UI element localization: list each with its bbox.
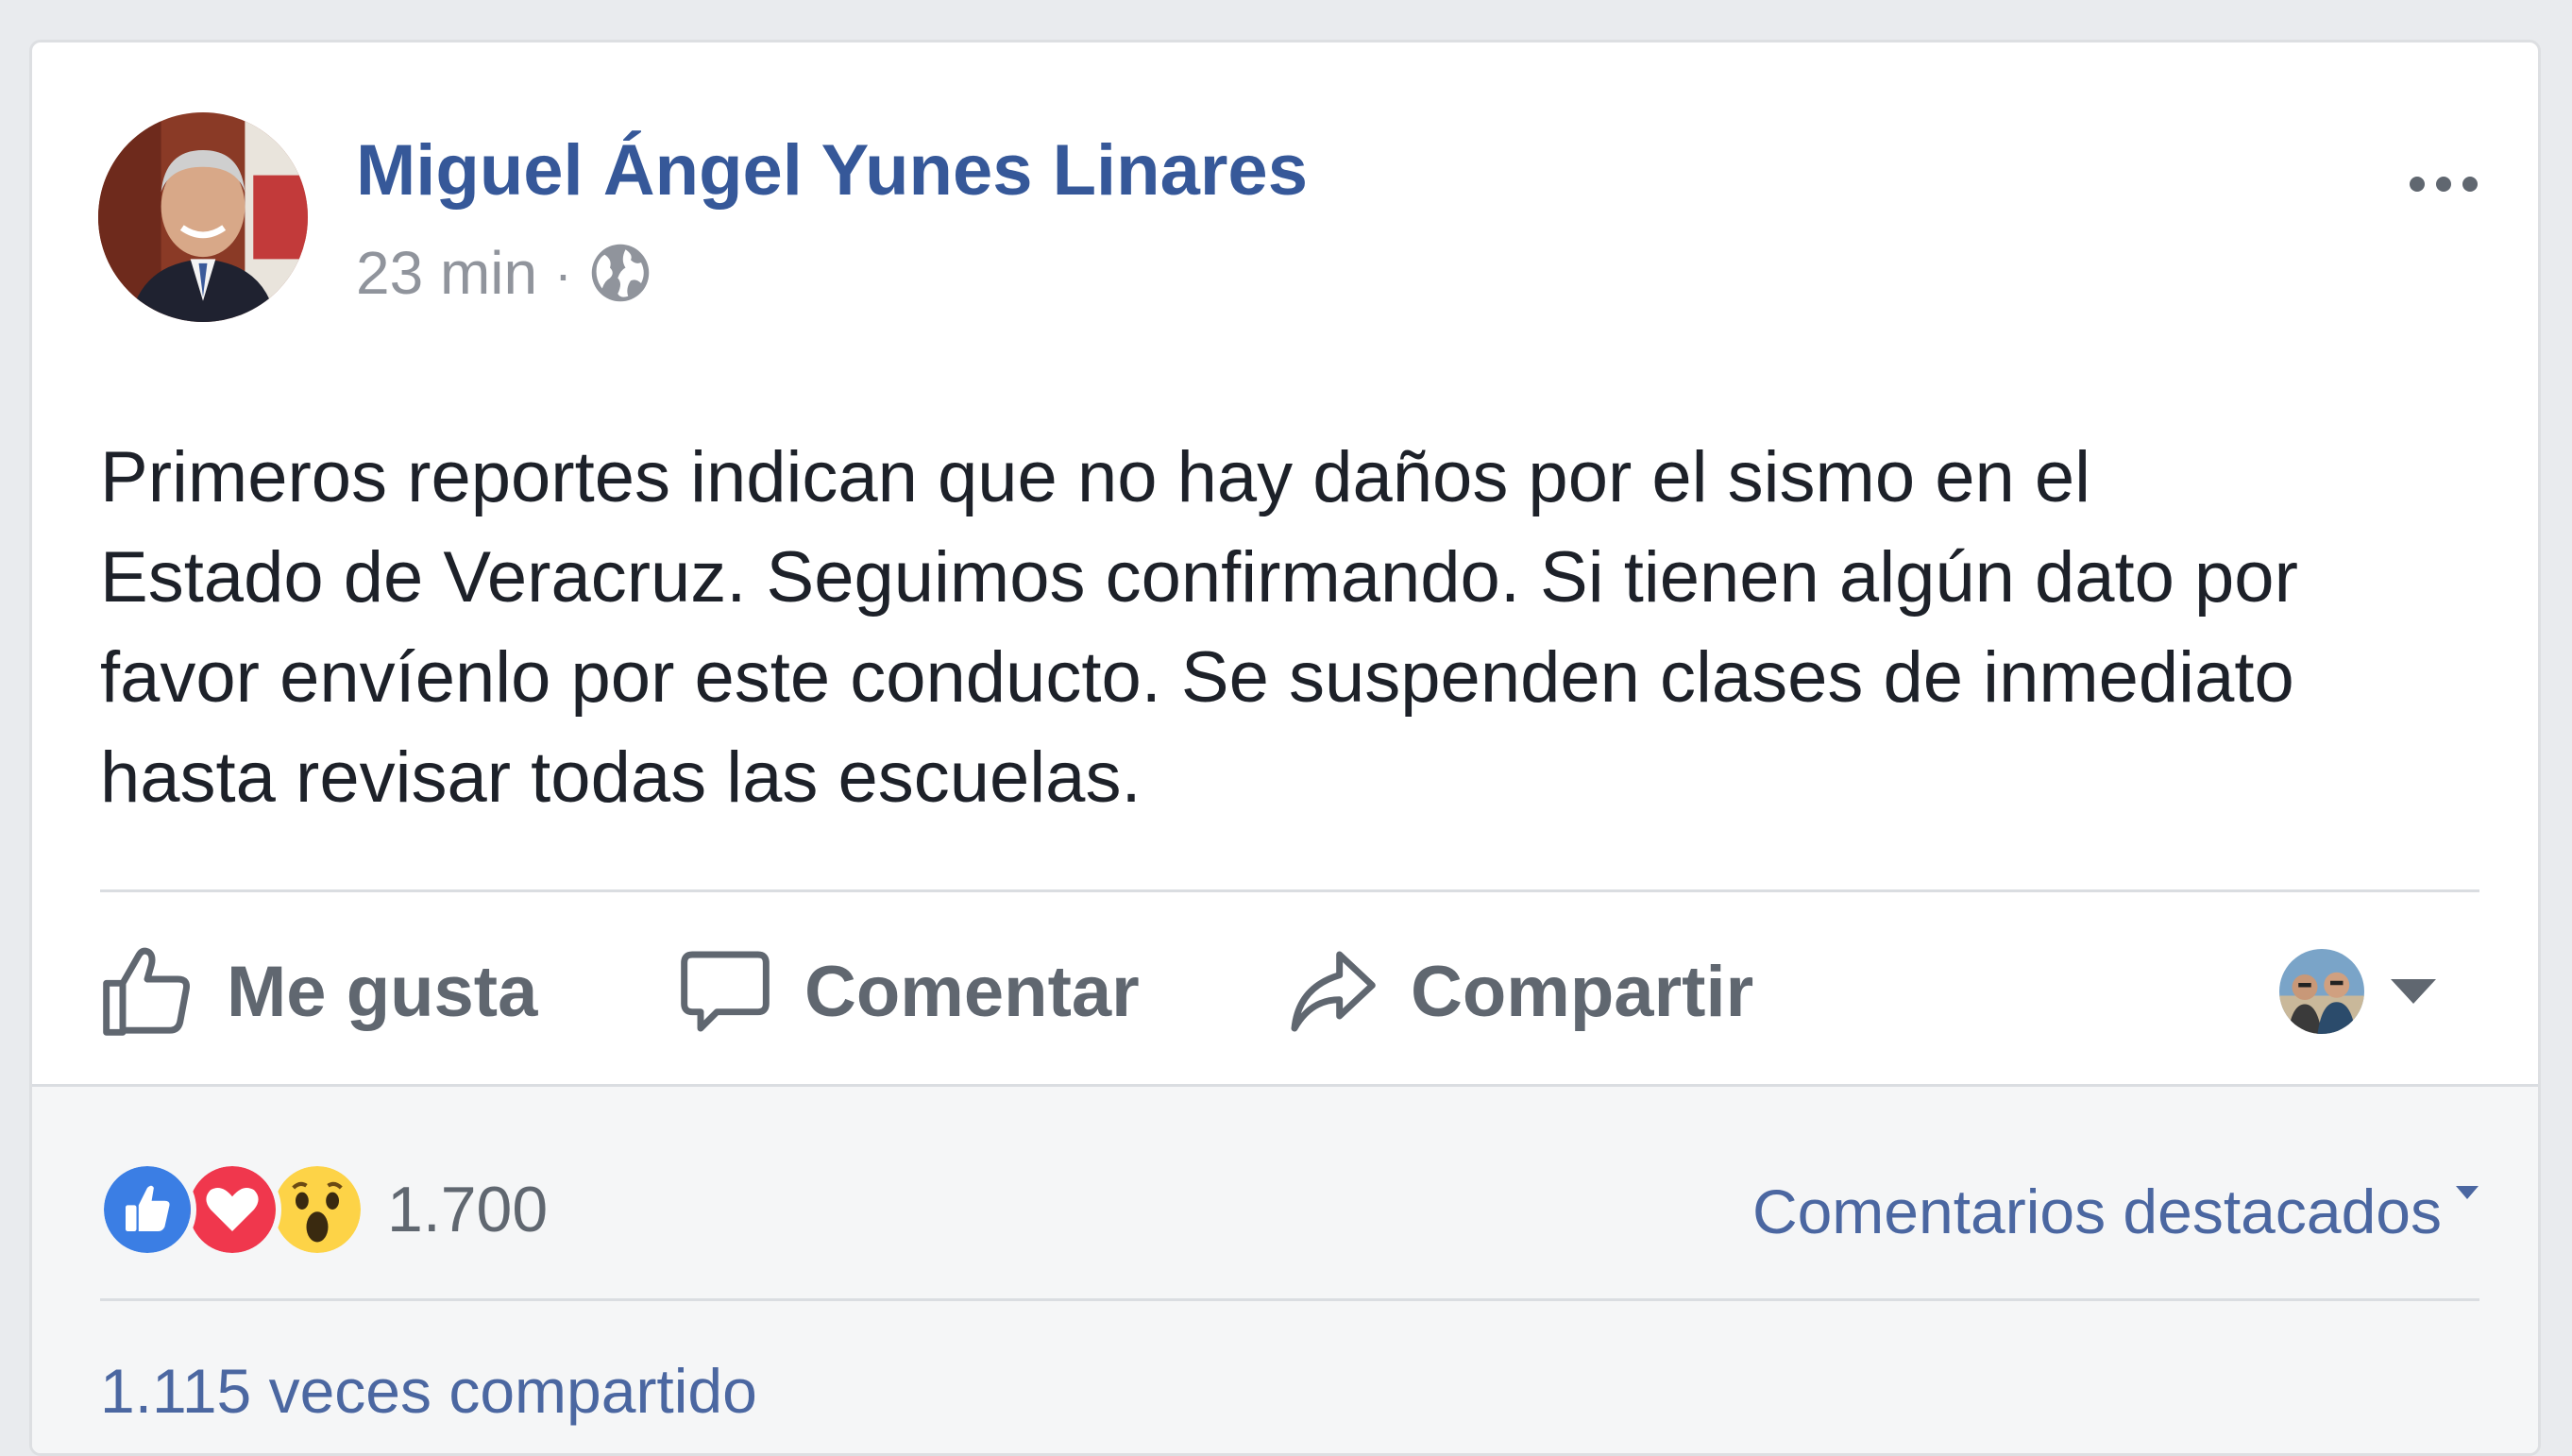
post-text-line: Primeros reportes indican que no hay dañ… — [100, 437, 2091, 517]
comments-sort-dropdown[interactable]: Comentarios destacados — [1752, 1164, 2479, 1259]
profile-avatar-icon — [2279, 949, 2364, 1034]
comments-sort-label: Comentarios destacados — [1751, 1177, 2442, 1246]
reaction-count[interactable]: 1.700 — [387, 1173, 548, 1246]
share-arrow-icon — [1291, 951, 1376, 1032]
author-avatar[interactable] — [98, 112, 308, 322]
comment-label: Comentar — [804, 951, 1140, 1032]
thumbs-up-icon — [103, 947, 190, 1036]
speech-bubble-icon — [681, 951, 770, 1032]
post-footer: 1.700 Comentarios destacados 1.115 veces… — [32, 1084, 2538, 1453]
globe-icon[interactable] — [589, 242, 651, 304]
more-options-icon[interactable] — [2406, 170, 2481, 198]
post-text-line: Estado de Veracruz. Seguimos confirmando… — [100, 537, 2298, 618]
post-card: Miguel Ángel Yunes Linares 23 min · Prim… — [29, 40, 2541, 1456]
action-bar-divider — [100, 889, 2479, 892]
share-label: Compartir — [1411, 951, 1754, 1032]
like-button[interactable]: Me gusta — [98, 930, 537, 1053]
author-name-link[interactable]: Miguel Ángel Yunes Linares — [356, 129, 1308, 212]
sort-caret-down-icon — [2456, 1186, 2479, 1199]
share-count-link[interactable]: 1.115 veces compartido — [100, 1355, 757, 1427]
post-text-line: hasta revisar todas las escuelas. — [100, 737, 1142, 818]
post-timestamp[interactable]: 23 min — [356, 238, 537, 308]
share-button[interactable]: Compartir — [1282, 930, 1753, 1053]
like-reaction-icon — [98, 1160, 196, 1259]
audience-selector[interactable] — [2279, 940, 2438, 1043]
footer-divider — [100, 1298, 2479, 1301]
post-meta: 23 min · — [356, 235, 651, 311]
reactions-summary[interactable]: 1.700 — [98, 1160, 548, 1259]
caret-down-icon — [2391, 979, 2436, 1004]
comment-button[interactable]: Comentar — [676, 930, 1140, 1053]
post-text-line: favor envíenlo por este conducto. Se sus… — [100, 637, 2294, 718]
wow-reaction-icon — [268, 1160, 366, 1259]
like-label: Me gusta — [227, 951, 538, 1032]
love-reaction-icon — [183, 1160, 281, 1259]
meta-separator: · — [554, 243, 572, 303]
author-photo — [98, 112, 308, 322]
post-body: Primeros reportes indican que no hay dañ… — [100, 428, 2498, 828]
